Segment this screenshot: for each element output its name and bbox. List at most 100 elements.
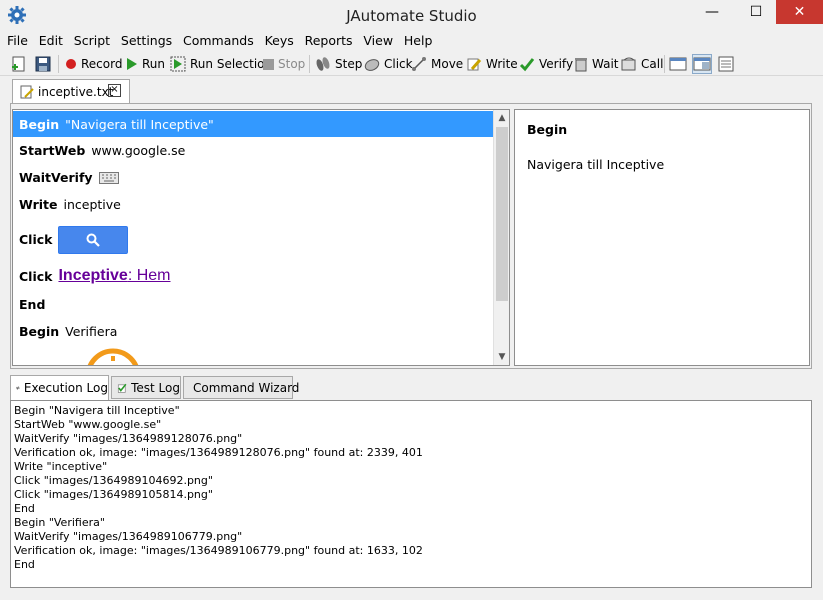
log-line: WaitVerify "images/1364989106779.png"	[14, 530, 243, 543]
log-line: End	[14, 502, 35, 515]
view-layout-3-button[interactable]	[716, 54, 736, 74]
command-keyword: Write	[19, 197, 58, 212]
script-line[interactable]: Click Inceptive: Hem	[13, 261, 495, 291]
run-selection-button[interactable]: Run Selection	[170, 54, 272, 74]
command-keyword: Begin	[19, 324, 60, 339]
command-argument: Verifiera	[65, 324, 118, 339]
detail-pane: Begin Navigera till Inceptive	[514, 109, 810, 366]
detail-title: Begin	[527, 122, 568, 137]
menu-view[interactable]: View	[363, 31, 393, 48]
wait-button[interactable]: Wait	[574, 54, 619, 74]
run-selection-label: Run Selection	[190, 57, 273, 71]
record-label: Record	[81, 57, 123, 71]
tab-execution-log-label: Execution Log	[23, 381, 108, 395]
log-line: Click "images/1364989105814.png"	[14, 488, 213, 501]
tab-command-wizard[interactable]: Command Wizard	[183, 376, 299, 399]
footsteps-icon	[316, 57, 330, 71]
click-button[interactable]: Click	[364, 54, 413, 74]
test-log-icon	[117, 383, 127, 393]
run-button[interactable]: Run	[126, 54, 165, 74]
log-line: End	[14, 558, 35, 571]
tab-close-button[interactable]: ×	[108, 84, 121, 97]
minimize-button[interactable]: —	[695, 0, 729, 24]
save-icon	[35, 56, 51, 72]
close-button[interactable]: ✕	[776, 0, 823, 24]
menu-keys[interactable]: Keys	[265, 31, 294, 48]
scroll-down-arrow-icon[interactable]: ▼	[494, 349, 509, 365]
write-button[interactable]: Write	[466, 54, 518, 74]
move-button[interactable]: Move	[411, 54, 463, 74]
title-bar: JAutomate Studio — ☐ ✕	[0, 0, 823, 31]
new-file-button[interactable]	[10, 54, 32, 74]
menu-help[interactable]: Help	[404, 31, 433, 48]
menu-reports[interactable]: Reports	[305, 31, 353, 48]
scroll-up-arrow-icon[interactable]: ▲	[494, 110, 509, 126]
pencil-icon	[467, 58, 482, 71]
tab-test-log-label: Test Log	[131, 380, 180, 395]
step-button[interactable]: Step	[315, 54, 362, 74]
file-tab[interactable]: inceptive.txt ×	[12, 79, 130, 103]
footsteps-icon	[16, 386, 20, 390]
script-line[interactable]: StartWeb www.google.se	[13, 137, 495, 164]
new-file-icon	[12, 56, 25, 72]
menu-script[interactable]: Script	[74, 31, 110, 48]
script-line[interactable]: Click	[13, 218, 495, 261]
keyboard-image-icon	[98, 171, 119, 184]
log-line: Verification ok, image: "images/13649891…	[14, 544, 423, 557]
layout-icon	[669, 57, 687, 71]
phone-icon	[621, 57, 636, 71]
log-line: Click "images/1364989104692.png"	[14, 474, 213, 487]
verify-button[interactable]: Verify	[519, 54, 573, 74]
move-icon	[412, 57, 426, 71]
command-keyword: Click	[19, 232, 53, 247]
run-label: Run	[142, 57, 166, 71]
command-argument: "Navigera till Inceptive"	[65, 116, 214, 132]
google-search-button-image	[58, 225, 129, 254]
partial-clock-image	[87, 348, 139, 365]
command-keyword: StartWeb	[19, 143, 86, 158]
stop-icon	[263, 58, 274, 70]
stop-button[interactable]: Stop	[263, 54, 305, 74]
record-button[interactable]: Record	[65, 54, 122, 74]
maximize-button[interactable]: ☐	[739, 0, 773, 24]
script-line[interactable]: Begin "Navigera till Inceptive"	[13, 111, 495, 137]
save-button[interactable]	[34, 54, 56, 74]
script-scrollbar[interactable]: ▲ ▼	[493, 110, 509, 365]
view-layout-2-button[interactable]	[692, 54, 712, 74]
menu-file[interactable]: File	[7, 31, 28, 48]
inceptive-link-image: Inceptive: Hem	[58, 267, 170, 285]
log-line: StartWeb "www.google.se"	[14, 418, 162, 431]
call-button[interactable]: Call	[621, 54, 663, 74]
stop-label: Stop	[278, 57, 306, 71]
toolbar-separator	[664, 55, 665, 73]
checkmark-icon	[519, 58, 535, 72]
link-image-rest: : Hem	[127, 267, 171, 284]
toolbar: Record Run Run Selection Stop Step Click…	[0, 52, 823, 76]
command-argument: inceptive	[63, 197, 121, 212]
script-line[interactable]: Begin Verifiera	[13, 318, 495, 345]
log-line: WaitVerify "images/1364989128076.png"	[14, 432, 243, 445]
file-tab-label: inceptive.txt	[38, 84, 114, 99]
scrollbar-thumb[interactable]	[496, 127, 508, 301]
menu-settings[interactable]: Settings	[121, 31, 172, 48]
wait-label: Wait	[592, 57, 619, 71]
command-keyword: End	[19, 297, 46, 312]
execution-log[interactable]: Begin "Navigera till Inceptive" StartWeb…	[10, 400, 812, 588]
write-label: Write	[486, 57, 518, 71]
script-line[interactable]: Write inceptive	[13, 191, 495, 218]
tab-execution-log[interactable]: Execution Log	[10, 375, 109, 400]
menu-commands[interactable]: Commands	[183, 31, 254, 48]
log-line: Write "inceptive"	[14, 460, 108, 473]
script-line[interactable]: WaitVerify	[13, 164, 495, 191]
log-line: Begin "Navigera till Inceptive"	[14, 404, 180, 417]
view-layout-1-button[interactable]	[668, 54, 688, 74]
record-icon	[66, 59, 76, 69]
search-icon	[86, 233, 101, 247]
tab-test-log[interactable]: Test Log	[111, 376, 181, 399]
verify-label: Verify	[539, 57, 574, 71]
script-list[interactable]: Begin "Navigera till Inceptive" StartWeb…	[12, 109, 510, 366]
mouse-icon	[364, 59, 380, 71]
menu-edit[interactable]: Edit	[39, 31, 63, 48]
script-line[interactable]: End	[13, 291, 495, 318]
command-keyword: Begin	[19, 116, 60, 132]
